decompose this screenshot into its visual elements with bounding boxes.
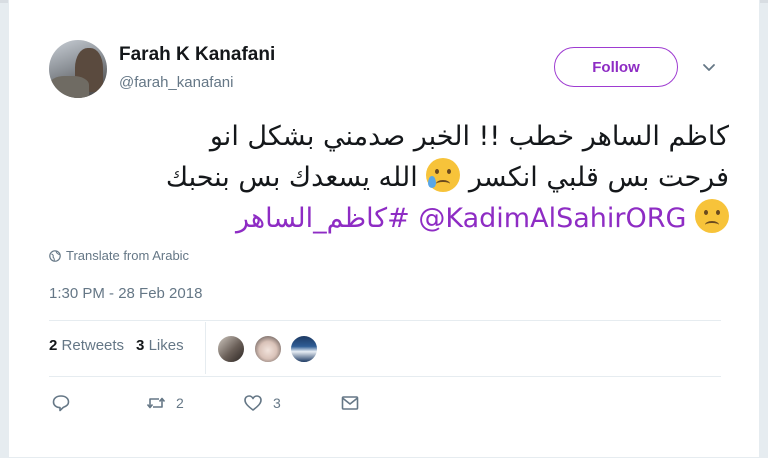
tweet-line-2: فرحت بس قلبي انكسر الله يسعدك بس بنحبك	[49, 157, 729, 198]
heart-icon	[244, 395, 262, 411]
liker-avatar-2[interactable]	[254, 335, 282, 363]
tweet-line-1: كاظم الساهر خطب !! الخبر صدمني بشكل انو	[209, 121, 729, 152]
likes-stat[interactable]: 3 Likes	[136, 337, 184, 354]
chevron-down-icon[interactable]	[701, 60, 717, 76]
tweet-line-3: @KadimAlSahirORG #كاظم_الساهر	[49, 198, 729, 239]
tweet-line-2-part-b: الله يسعدك بس بنحبك	[165, 162, 418, 193]
crying-face-emoji-icon	[426, 158, 461, 192]
globe-icon	[49, 249, 61, 262]
author-handle[interactable]: @farah_kanafani	[119, 74, 233, 91]
author-name[interactable]: Farah K Kanafani	[119, 44, 275, 66]
follow-button[interactable]: Follow	[554, 47, 678, 87]
retweets-stat[interactable]: 2 Retweets	[49, 337, 124, 354]
translate-label: Translate from Arabic	[66, 248, 190, 263]
translate-link[interactable]: Translate from Arabic	[49, 248, 189, 263]
divider-bottom	[49, 376, 721, 377]
hashtag-link[interactable]: #كاظم_الساهر	[236, 203, 410, 234]
tweet-stats: 2 Retweets 3 Likes	[49, 337, 184, 354]
retweets-label: Retweets	[61, 337, 125, 354]
tweet-timestamp[interactable]: 1:30 PM - 28 Feb 2018	[49, 285, 202, 302]
likes-label: Likes	[148, 337, 184, 354]
liker-avatar-3[interactable]	[290, 335, 318, 363]
like-count: 3	[273, 395, 281, 411]
author-avatar[interactable]	[49, 40, 107, 98]
likes-count: 3	[136, 337, 145, 354]
envelope-icon	[341, 396, 359, 410]
tweet-card: Farah K Kanafani @farah_kanafani Follow …	[8, 0, 760, 458]
like-button[interactable]: 3	[243, 393, 281, 413]
tweet-line-2-part-a: فرحت بس قلبي انكسر	[468, 162, 729, 193]
avatar-rock	[49, 76, 89, 98]
divider-top	[49, 320, 721, 321]
direct-message-button[interactable]	[340, 393, 360, 413]
retweets-count: 2	[49, 337, 58, 354]
retweet-icon	[146, 397, 166, 409]
retweet-count: 2	[176, 395, 184, 411]
reply-icon	[52, 395, 70, 412]
retweet-button[interactable]: 2	[146, 393, 184, 413]
stats-separator	[205, 322, 206, 374]
liker-avatar-1[interactable]	[217, 335, 245, 363]
mention-link[interactable]: @KadimAlSahirORG	[418, 203, 686, 234]
tweet-actions: 2 3	[9, 393, 761, 417]
reply-button[interactable]	[51, 393, 81, 413]
tweet-text: كاظم الساهر خطب !! الخبر صدمني بشكل انو …	[49, 116, 729, 239]
frowning-face-emoji-icon	[695, 199, 729, 233]
